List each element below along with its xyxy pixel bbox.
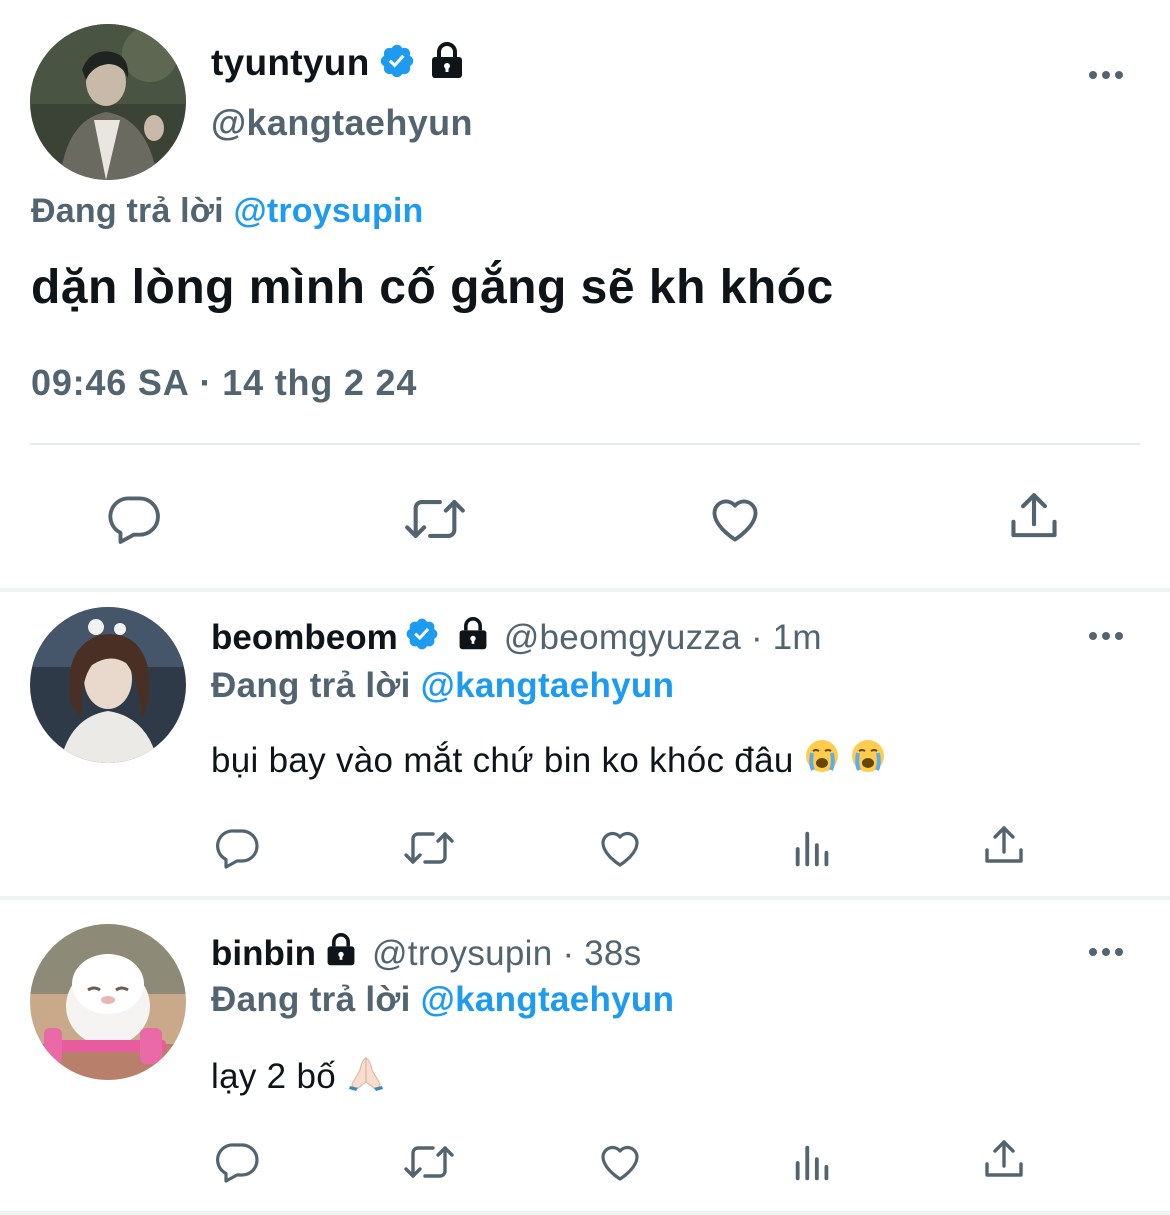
avatar-photo-icon (30, 924, 186, 1080)
share-icon[interactable] (1005, 488, 1063, 546)
reply-icon[interactable] (214, 824, 262, 872)
avatar-photo-icon (30, 607, 186, 763)
tweet-date[interactable]: 14 thg 2 24 (222, 362, 417, 404)
handle[interactable]: @troysupin (372, 934, 553, 974)
retweet-icon[interactable] (401, 1138, 457, 1186)
retweet-icon[interactable] (401, 490, 469, 548)
replying-to: Đang trả lời @kangtaehyun (211, 980, 674, 1020)
tweet-text: lạy 2 bố (211, 1056, 336, 1096)
tweet-time[interactable]: 09:46 SA (31, 362, 190, 404)
display-name[interactable]: binbin (211, 934, 316, 974)
like-icon[interactable] (706, 490, 764, 548)
avatar[interactable] (30, 607, 186, 763)
meta-separator: · (199, 362, 213, 403)
replying-prefix: Đang trả lời (31, 192, 224, 230)
avatar-photo-icon (30, 24, 186, 180)
reply-tweet[interactable]: binbin @troysupin · 38s Đang trả lời @ka… (0, 900, 1170, 1215)
views-icon[interactable] (790, 826, 836, 872)
lock-icon (430, 41, 464, 85)
tweet-time[interactable]: 1m (773, 618, 822, 658)
section-divider (0, 1211, 1170, 1215)
tweet-text: bụi bay vào mắt chứ bin ko khóc đâu (211, 740, 794, 780)
more-options-icon[interactable] (1089, 632, 1123, 640)
share-icon[interactable] (980, 1136, 1028, 1184)
like-icon[interactable] (596, 1138, 644, 1186)
mention-link[interactable]: @kangtaehyun (421, 980, 675, 1019)
verified-badge-icon (378, 42, 416, 85)
reply-icon[interactable] (106, 490, 164, 548)
reply-header: beombeom @beomgyuzza · 1m (211, 616, 822, 660)
handle[interactable]: @beomgyuzza (504, 618, 741, 658)
reply-icon[interactable] (214, 1138, 262, 1186)
mention-link[interactable]: @troysupin (233, 192, 423, 230)
mention-link[interactable]: @kangtaehyun (421, 666, 675, 705)
handle[interactable]: @kangtaehyun (211, 102, 473, 144)
tweet-text: dặn lòng mình cố gắng sẽ kh khóc (31, 261, 834, 314)
more-options-icon[interactable] (1089, 948, 1123, 956)
display-name[interactable]: beombeom (211, 618, 398, 658)
replying-to: Đang trả lời @troysupin (31, 192, 424, 231)
tweet-time[interactable]: 38s (584, 934, 641, 974)
tweet-text-row: lạy 2 bố (211, 1052, 386, 1101)
lock-icon (456, 616, 490, 660)
loudly-crying-face-icon (850, 738, 886, 783)
lock-icon (324, 932, 358, 976)
replying-prefix: Đang trả lời (211, 666, 411, 705)
avatar[interactable] (30, 924, 186, 1080)
tweet-text-row: bụi bay vào mắt chứ bin ko khóc đâu (211, 738, 886, 783)
display-name[interactable]: tyuntyun (211, 42, 370, 84)
reply-tweet[interactable]: beombeom @beomgyuzza · 1m Đang trả lời @… (0, 592, 1170, 897)
main-tweet: tyuntyun @kangtaehyun Đang trả lời @troy… (0, 0, 1170, 590)
main-name-row: tyuntyun (211, 38, 464, 88)
reply-header: binbin @troysupin · 38s (211, 932, 642, 976)
loudly-crying-face-icon (804, 738, 840, 783)
share-icon[interactable] (980, 822, 1028, 870)
like-icon[interactable] (596, 824, 644, 872)
verified-badge-icon (404, 616, 440, 661)
tweet-timestamp: 09:46 SA · 14 thg 2 24 (31, 362, 417, 404)
replying-prefix: Đang trả lời (211, 980, 411, 1019)
divider (30, 443, 1140, 445)
replying-to: Đang trả lời @kangtaehyun (211, 666, 674, 706)
meta-separator: · (750, 618, 763, 657)
retweet-icon[interactable] (401, 824, 457, 872)
more-options-icon[interactable] (1089, 71, 1123, 79)
folded-hands-icon (346, 1052, 386, 1101)
avatar[interactable] (30, 24, 186, 180)
views-icon[interactable] (790, 1140, 836, 1186)
meta-separator: · (562, 934, 575, 973)
